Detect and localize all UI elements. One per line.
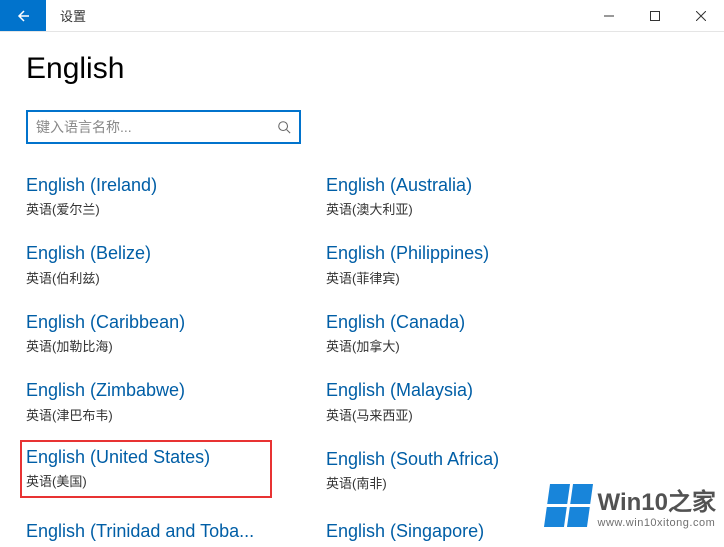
- language-subtitle: 英语(马来西亚): [326, 405, 626, 424]
- language-title: English (Canada): [326, 311, 606, 334]
- language-subtitle: 英语(加拿大): [326, 336, 626, 355]
- window-controls: [586, 0, 724, 31]
- language-title: English (Ireland): [26, 174, 306, 197]
- language-title: English (United States): [26, 446, 262, 469]
- watermark-url: www.win10xitong.com: [598, 517, 716, 529]
- close-icon: [696, 11, 706, 21]
- close-button[interactable]: [678, 0, 724, 31]
- language-subtitle: 英语(美国): [26, 471, 262, 490]
- title-bar: 设置: [0, 0, 724, 32]
- language-title: English (South Africa): [326, 448, 606, 471]
- language-item[interactable]: English (Belize) 英语(伯利兹): [26, 240, 326, 288]
- page-title: English: [26, 52, 698, 86]
- language-title: English (Trinidad and Toba...: [26, 520, 306, 543]
- language-subtitle: 英语(津巴布韦): [26, 405, 326, 424]
- language-title: English (Caribbean): [26, 311, 306, 334]
- search-box[interactable]: [26, 110, 301, 144]
- language-title: English (Belize): [26, 242, 306, 265]
- content-area: English English (Ireland)英语(爱尔兰)English …: [0, 32, 724, 547]
- language-subtitle: 英语(菲律宾): [326, 268, 626, 287]
- language-item[interactable]: English (Canada) 英语(加拿大): [326, 309, 626, 357]
- maximize-icon: [650, 11, 660, 21]
- language-title: English (Philippines): [326, 242, 606, 265]
- language-title: English (Malaysia): [326, 379, 606, 402]
- watermark: Win10之家 www.win10xitong.com: [547, 482, 716, 529]
- watermark-title: Win10之家: [598, 482, 716, 517]
- language-title: English (Australia): [326, 174, 606, 197]
- language-item[interactable]: English (United States) 英语(美国): [20, 440, 272, 498]
- language-item[interactable]: English (Malaysia) 英语(马来西亚): [326, 377, 626, 425]
- back-button[interactable]: [0, 0, 46, 31]
- language-item[interactable]: English (Ireland) 英语(爱尔兰): [26, 172, 326, 220]
- language-item[interactable]: English (Australia) 英语(澳大利亚): [326, 172, 626, 220]
- arrow-left-icon: [15, 8, 31, 24]
- minimize-icon: [604, 11, 614, 21]
- window-title: 设置: [46, 0, 586, 31]
- language-item[interactable]: English (Caribbean) 英语(加勒比海): [26, 309, 326, 357]
- search-input[interactable]: [36, 119, 277, 135]
- language-item[interactable]: English (Zimbabwe) 英语(津巴布韦): [26, 377, 326, 425]
- windows-logo-icon: [544, 484, 593, 527]
- minimize-button[interactable]: [586, 0, 632, 31]
- language-subtitle: 英语(加勒比海): [26, 336, 326, 355]
- search-icon: [277, 120, 291, 134]
- language-item[interactable]: English (Trinidad and Toba...: [26, 518, 326, 547]
- language-subtitle: 英语(伯利兹): [26, 268, 326, 287]
- language-item[interactable]: English (Philippines) 英语(菲律宾): [326, 240, 626, 288]
- language-title: English (Zimbabwe): [26, 379, 306, 402]
- language-subtitle: 英语(爱尔兰): [26, 199, 326, 218]
- language-subtitle: 英语(澳大利亚): [326, 199, 626, 218]
- maximize-button[interactable]: [632, 0, 678, 31]
